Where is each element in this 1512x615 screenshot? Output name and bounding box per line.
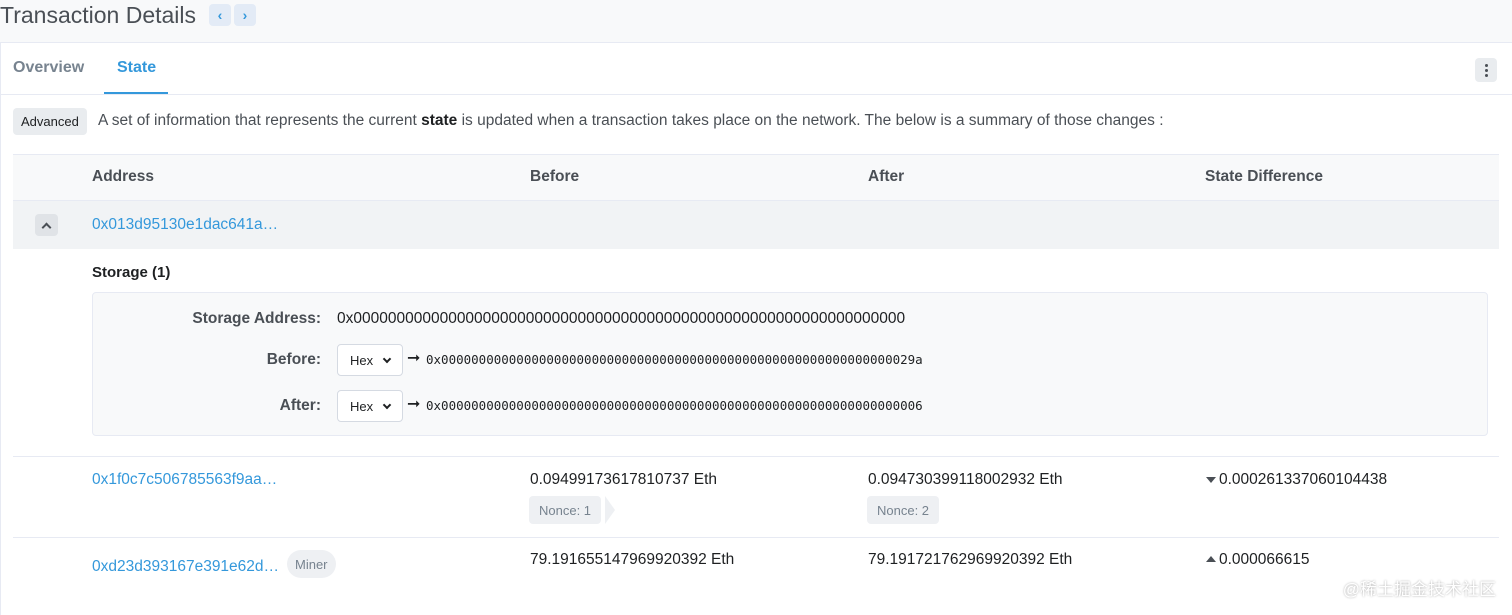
chevron-up-icon — [41, 222, 52, 232]
after-format-select[interactable]: Hex — [337, 390, 403, 422]
address-link[interactable]: 0xd23d393167e391e62d… — [92, 558, 279, 576]
active-tab-indicator — [104, 92, 168, 94]
details-card: Overview State Advanced A set of informa… — [0, 42, 1512, 615]
page-title: Transaction Details — [0, 2, 197, 28]
collapse-row-button[interactable] — [35, 214, 58, 236]
watermark: @稀土掘金技术社区 — [1342, 580, 1496, 599]
column-before: Before — [530, 168, 580, 185]
storage-before-value: 0x00000000000000000000000000000000000000… — [426, 352, 923, 367]
more-vertical-icon[interactable] — [1475, 58, 1497, 82]
before-format-select[interactable]: Hex — [337, 344, 403, 376]
storage-after-label: After: — [279, 397, 321, 414]
storage-before-label: Before: — [266, 351, 321, 368]
chevron-down-icon — [382, 400, 392, 410]
chevron-down-icon — [382, 354, 392, 364]
address-link[interactable]: 0x1f0c7c506785563f9aa… — [92, 471, 277, 489]
tab-overview[interactable]: Overview — [13, 59, 84, 77]
advanced-button[interactable]: Advanced — [13, 108, 87, 135]
storage-title: Storage (1) — [92, 264, 171, 281]
after-balance: 79.191721762969920392 Eth — [868, 551, 1073, 568]
address-link[interactable]: 0x013d95130e1dac641a… — [92, 216, 278, 234]
state-difference: 0.000066615 — [1219, 551, 1310, 568]
storage-address-value: 0x00000000000000000000000000000000000000… — [337, 310, 906, 327]
column-address: Address — [92, 168, 155, 185]
miner-badge: Miner — [287, 550, 336, 578]
chevron-left-icon[interactable]: ‹ — [209, 4, 231, 26]
chevron-right-icon[interactable]: › — [234, 4, 256, 26]
before-balance: 0.09499173617810737 Eth — [530, 471, 718, 488]
tab-bar: Overview State — [1, 43, 1512, 95]
caret-up-icon — [1206, 556, 1216, 562]
state-description: A set of information that represents the… — [98, 112, 1164, 129]
table-header: Address Before After State Difference — [13, 154, 1499, 201]
storage-address-label: Storage Address: — [192, 310, 321, 327]
storage-after-value: 0x00000000000000000000000000000000000000… — [426, 398, 923, 413]
storage-panel: Storage Address: 0x000000000000000000000… — [92, 292, 1488, 436]
column-state-difference: State Difference — [1205, 168, 1324, 185]
after-balance: 0.094730399118002932 Eth — [868, 471, 1063, 488]
nonce-badge: Nonce: 1 — [529, 496, 602, 524]
nonce-arrow-tail — [605, 496, 615, 524]
column-after: After — [868, 168, 905, 185]
row-divider — [13, 456, 1499, 457]
nonce-badge: Nonce: 2 — [867, 496, 940, 524]
before-balance: 79.191655147969920392 Eth — [530, 551, 735, 568]
transaction-nav: ‹ › — [209, 4, 256, 26]
arrow-right-icon: ➞ — [407, 350, 421, 367]
caret-down-icon — [1206, 477, 1216, 483]
arrow-right-icon: ➞ — [407, 396, 421, 413]
row-divider — [13, 537, 1499, 538]
tab-state[interactable]: State — [117, 59, 156, 77]
table-row-expanded: 0x013d95130e1dac641a… — [13, 201, 1499, 249]
state-difference: 0.000261337060104438 — [1219, 471, 1388, 488]
